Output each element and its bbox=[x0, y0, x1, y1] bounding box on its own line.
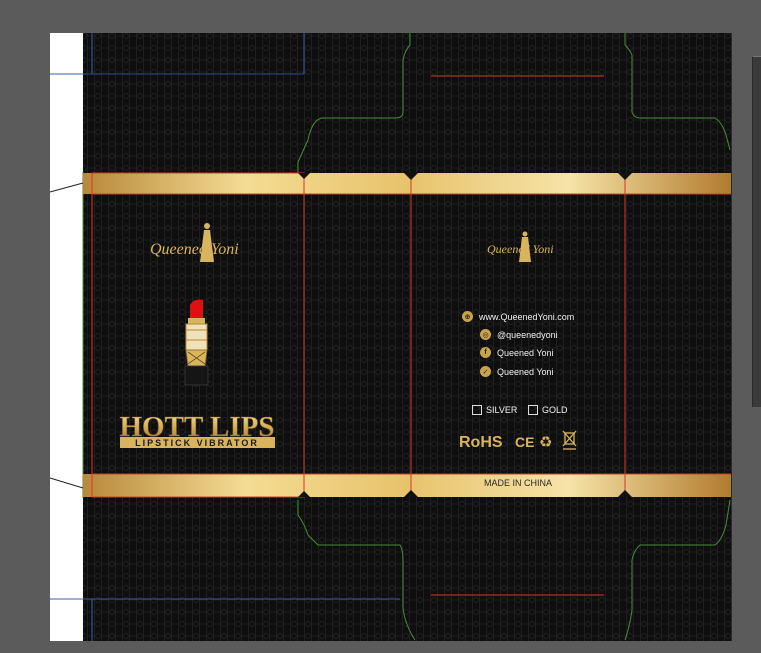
twitter-icon: ✓ bbox=[480, 366, 491, 377]
globe-icon: ⊕ bbox=[462, 311, 473, 322]
instagram-text: @queenedyoni bbox=[497, 329, 558, 340]
gold-label: GOLD bbox=[542, 405, 568, 415]
social-row-facebook: f Queened Yoni bbox=[480, 347, 554, 358]
social-row-twitter: ✓ Queened Yoni bbox=[480, 366, 554, 377]
instagram-icon: ◎ bbox=[480, 329, 491, 340]
ce-mark: CE bbox=[515, 434, 534, 450]
social-row-website: ⊕ www.QueenedYoni.com bbox=[462, 311, 574, 322]
design-canvas[interactable]: HOTT LIPS LIPSTICK VIBRATOR RoHS CE ♻ MA… bbox=[0, 0, 761, 653]
website-text: www.QueenedYoni.com bbox=[479, 311, 575, 322]
made-in-label: MADE IN CHINA bbox=[484, 478, 552, 488]
dieline-background bbox=[83, 33, 731, 641]
artboard-white-margin bbox=[50, 33, 83, 641]
bottom-gold-band bbox=[83, 474, 731, 497]
top-gold-band bbox=[83, 173, 731, 194]
gold-checkbox[interactable] bbox=[528, 405, 538, 415]
facebook-text: Queened Yoni bbox=[497, 347, 554, 358]
option-gold[interactable]: GOLD bbox=[528, 405, 568, 415]
logo-text-back: Queened Yoni bbox=[487, 242, 554, 256]
facebook-icon: f bbox=[480, 347, 491, 358]
silver-checkbox[interactable] bbox=[472, 405, 482, 415]
logo-text-front: Queened Yoni bbox=[150, 241, 239, 258]
option-silver[interactable]: SILVER bbox=[472, 405, 517, 415]
product-subtitle: LIPSTICK VIBRATOR bbox=[135, 438, 259, 448]
rohs-mark: RoHS bbox=[459, 434, 503, 451]
social-row-instagram: ◎ @queenedyoni bbox=[480, 329, 558, 340]
recycle-icon: ♻ bbox=[539, 433, 552, 451]
twitter-text: Queened Yoni bbox=[497, 366, 554, 377]
silver-label: SILVER bbox=[486, 405, 518, 415]
